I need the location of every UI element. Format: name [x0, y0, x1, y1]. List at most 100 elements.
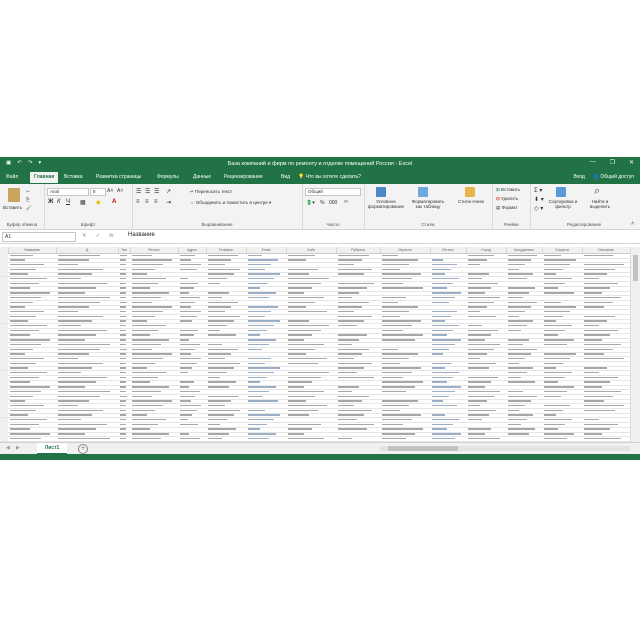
- comma-icon[interactable]: 000: [329, 200, 337, 206]
- cell-content[interactable]: [507, 376, 521, 379]
- bold-button[interactable]: Ж: [48, 199, 53, 205]
- cell-content[interactable]: [207, 273, 234, 275]
- format-cells-button[interactable]: ▤ Формат: [496, 205, 518, 211]
- cell-content[interactable]: [507, 419, 527, 421]
- insert-cells-button[interactable]: ⊞ Вставить: [496, 187, 520, 193]
- cell-content[interactable]: [507, 310, 525, 313]
- cell-content[interactable]: [119, 259, 126, 261]
- cell-content[interactable]: [9, 386, 50, 388]
- cell-content[interactable]: [337, 315, 372, 318]
- cell-content[interactable]: [131, 357, 164, 360]
- number-format-select[interactable]: Общий: [305, 188, 361, 196]
- cell-content[interactable]: [431, 376, 453, 379]
- cell-content[interactable]: [507, 296, 523, 299]
- cell-content[interactable]: [119, 315, 126, 318]
- align-left-icon[interactable]: ≡: [136, 199, 140, 205]
- cell-content[interactable]: [179, 404, 202, 407]
- cell-content[interactable]: [179, 320, 193, 322]
- cell-content[interactable]: [119, 362, 126, 365]
- cell-content[interactable]: [543, 395, 561, 397]
- cell-content[interactable]: [337, 292, 359, 294]
- indent-icon[interactable]: ⇥: [166, 199, 171, 206]
- cell-content[interactable]: [9, 320, 28, 322]
- cell-content[interactable]: [381, 367, 421, 369]
- cell-content[interactable]: [9, 273, 28, 275]
- cell-content[interactable]: [57, 423, 107, 426]
- align-right-icon[interactable]: ≡: [154, 199, 158, 205]
- cell-content[interactable]: [57, 437, 111, 440]
- cell-content[interactable]: [507, 292, 529, 294]
- cell-content[interactable]: [207, 376, 221, 379]
- cell-content[interactable]: [207, 263, 225, 266]
- cell-content[interactable]: [119, 320, 126, 322]
- cell-content[interactable]: [467, 296, 501, 299]
- cell-content[interactable]: [247, 433, 276, 435]
- cell-content[interactable]: [119, 329, 126, 332]
- cell-content[interactable]: [583, 395, 613, 397]
- cell-content[interactable]: [337, 320, 364, 322]
- cell-content[interactable]: [131, 315, 156, 318]
- cell-content[interactable]: [57, 268, 104, 271]
- cell-content[interactable]: [381, 372, 412, 374]
- font-color-icon[interactable]: A: [112, 199, 116, 205]
- cell-content[interactable]: [179, 287, 194, 289]
- cell-content[interactable]: [207, 334, 236, 336]
- cell-content[interactable]: [179, 362, 197, 365]
- cell-content[interactable]: [287, 278, 330, 280]
- cell-content[interactable]: [207, 348, 239, 350]
- cell-content[interactable]: [431, 381, 447, 383]
- cell-content[interactable]: [467, 334, 492, 336]
- cell-content[interactable]: [507, 268, 519, 271]
- cell-content[interactable]: [467, 306, 487, 308]
- shrink-font-icon[interactable]: A˅: [117, 188, 123, 194]
- cell-content[interactable]: [119, 296, 126, 299]
- cell-content[interactable]: [431, 362, 451, 365]
- cell-content[interactable]: [467, 419, 483, 421]
- cell-content[interactable]: [207, 301, 239, 303]
- fill-color-icon[interactable]: ◆: [96, 199, 101, 206]
- cell-content[interactable]: [247, 437, 270, 440]
- cell-content[interactable]: [543, 390, 568, 393]
- cell-content[interactable]: [381, 414, 421, 416]
- cell-content[interactable]: [131, 409, 156, 412]
- cell-content[interactable]: [507, 306, 531, 308]
- cell-content[interactable]: [9, 292, 50, 294]
- cell-content[interactable]: [507, 367, 533, 369]
- cell-content[interactable]: [381, 315, 401, 318]
- cell-content[interactable]: [381, 428, 424, 430]
- cell-content[interactable]: [9, 437, 42, 440]
- cell-content[interactable]: [381, 254, 398, 256]
- cell-content[interactable]: [381, 404, 410, 407]
- italic-button[interactable]: К: [57, 199, 61, 205]
- cell-content[interactable]: [247, 390, 270, 393]
- cell-content[interactable]: [287, 292, 304, 294]
- format-as-table-button[interactable]: Форматировать как таблицу: [408, 199, 448, 209]
- cell-content[interactable]: [543, 278, 572, 280]
- cell-content[interactable]: [247, 273, 281, 275]
- cell-content[interactable]: [337, 409, 372, 412]
- cell-content[interactable]: [9, 381, 31, 383]
- cell-content[interactable]: [507, 348, 537, 350]
- cell-content[interactable]: [337, 400, 362, 402]
- cell-content[interactable]: [337, 357, 354, 360]
- cell-content[interactable]: [337, 287, 367, 289]
- cell-content[interactable]: [9, 428, 31, 430]
- cell-content[interactable]: [381, 386, 415, 388]
- cell-content[interactable]: [287, 301, 316, 303]
- decimal-icon[interactable]: ⁰⁰: [344, 200, 348, 206]
- cell-content[interactable]: [9, 400, 25, 402]
- merge-center-button[interactable]: ⇔ Объединить и поместить в центре ▾: [190, 200, 271, 206]
- cell-content[interactable]: [9, 409, 36, 412]
- cell-content[interactable]: [543, 343, 568, 346]
- cell-content[interactable]: [543, 419, 572, 421]
- cell-content[interactable]: [131, 259, 172, 261]
- restore-button[interactable]: ❐: [610, 159, 615, 166]
- cell-content[interactable]: [507, 423, 521, 426]
- cell-content[interactable]: [337, 362, 372, 365]
- add-sheet-button[interactable]: +: [78, 444, 88, 454]
- cell-content[interactable]: [431, 292, 461, 294]
- cell-content[interactable]: [247, 334, 261, 336]
- cell-content[interactable]: [583, 301, 613, 303]
- tab-review[interactable]: Рецензирование: [224, 174, 263, 180]
- cell-content[interactable]: [131, 437, 161, 440]
